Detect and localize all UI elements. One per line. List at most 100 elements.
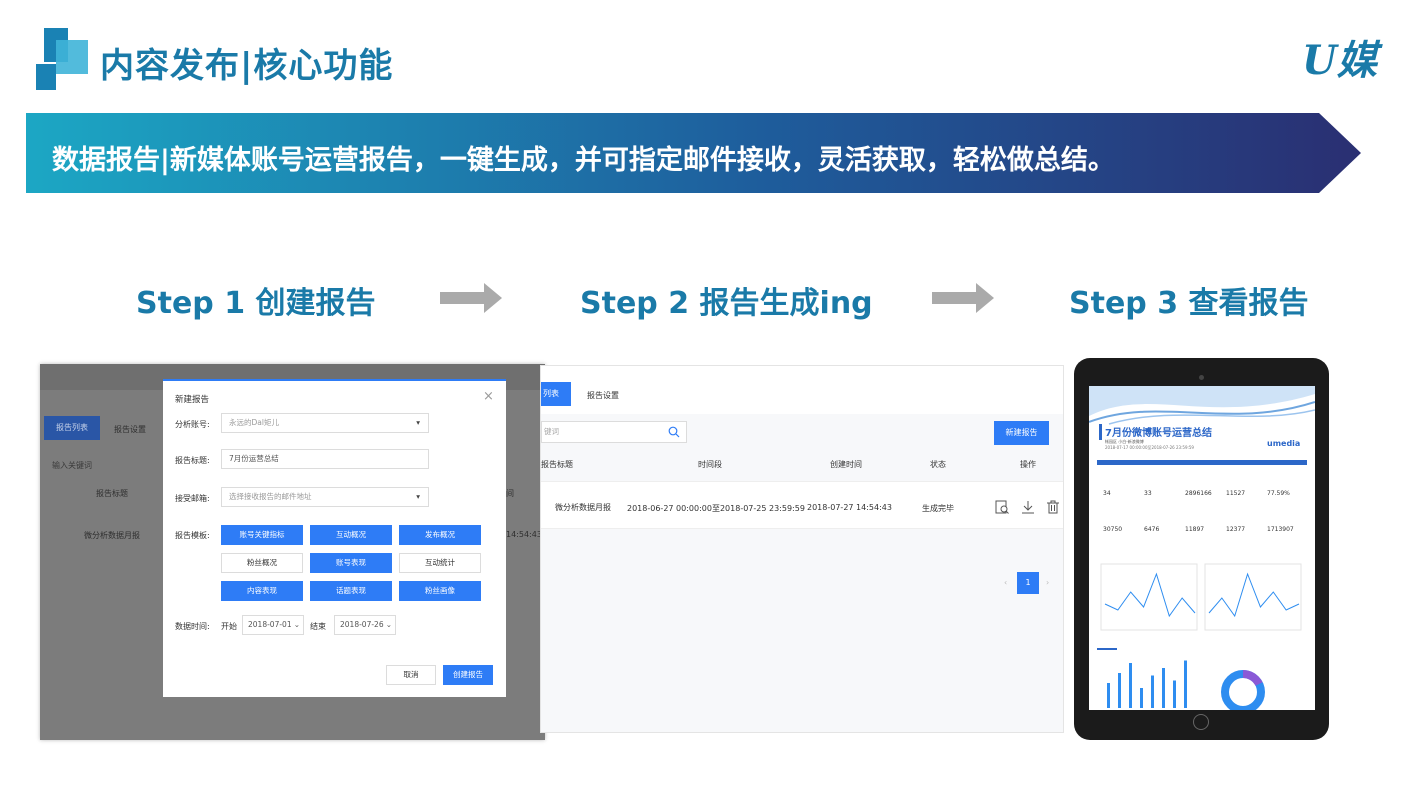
stat-value: 11897 [1185, 526, 1205, 533]
template-interaction-stats[interactable]: 互动统计 [399, 553, 481, 573]
column-header-status: 状态 [930, 460, 946, 469]
template-content[interactable]: 内容表现 [221, 581, 303, 601]
tab-bar [541, 366, 1063, 414]
report-list-screen: 列表 报告设置 键词 新建报告 报告标题 时间段 创建时间 状态 操作 微分析数… [540, 365, 1064, 733]
download-icon[interactable] [1021, 500, 1035, 514]
end-date-value: 2018-07-26 [340, 620, 384, 629]
chart-frame [1204, 563, 1302, 631]
account-select[interactable]: 永远的Dal矩儿 ▾ [221, 413, 429, 433]
step-1-label: Step 1 创建报告 [136, 286, 376, 321]
stat-value: 30750 [1103, 526, 1123, 533]
template-topic[interactable]: 话题表现 [310, 581, 392, 601]
end-date-input[interactable]: 2018-07-26 ⌄ [334, 615, 396, 635]
bar [1140, 688, 1143, 708]
donut-chart [1221, 670, 1265, 710]
stat-value: 34 [1103, 490, 1111, 497]
start-label: 开始 [221, 622, 237, 631]
template-key-metrics[interactable]: 账号关键指标 [221, 525, 303, 545]
page-title: 内容发布|核心功能 [100, 46, 394, 86]
arrow-right-icon [440, 283, 502, 313]
tab-report-settings[interactable]: 报告设置 [587, 390, 619, 401]
view-report-icon[interactable] [995, 500, 1009, 514]
chevron-down-icon: ▾ [416, 418, 420, 427]
cancel-button[interactable]: 取消 [386, 665, 436, 685]
chevron-down-icon: ⌄ [293, 620, 300, 629]
search-input[interactable]: 键词 [541, 421, 687, 443]
stat-value: 33 [1144, 490, 1152, 497]
bar-chart [1107, 660, 1187, 708]
pagination-next[interactable]: › [1046, 578, 1049, 587]
section-bar [1097, 460, 1307, 465]
arrow-right-icon [932, 283, 994, 313]
row-status: 生成完毕 [922, 504, 954, 513]
close-icon[interactable]: × [483, 389, 494, 404]
create-report-button[interactable]: 创建报告 [443, 665, 493, 685]
column-header-period: 时间段 [698, 460, 722, 469]
bar [1151, 675, 1154, 708]
email-placeholder: 选择接收报告的邮件地址 [229, 492, 312, 501]
series-line [1208, 572, 1300, 618]
series-line [1104, 572, 1196, 618]
stat-value: 77.59% [1267, 490, 1290, 497]
report-range: 2018-07-17 00:00:00至2018-07-26 23:59:59 [1105, 445, 1194, 450]
section-bar [1097, 648, 1117, 650]
column-header-created: 创建时间 [830, 460, 862, 469]
logo-mark-block [56, 40, 88, 74]
trend-line-chart-2 [1204, 563, 1302, 631]
stat-value: 6476 [1144, 526, 1160, 533]
pagination-current[interactable]: 1 [1017, 572, 1039, 594]
new-report-button[interactable]: 新建报告 [994, 421, 1049, 445]
bar [1173, 680, 1176, 708]
email-select[interactable]: 选择接收报告的邮件地址 ▾ [221, 487, 429, 507]
banner-text: 数据报告|新媒体账号运营报告，一键生成，并可指定邮件接收，灵活获取，轻松做总结。 [52, 145, 1115, 176]
column-header-title: 报告标题 [96, 489, 128, 498]
stat-value: 1713907 [1267, 526, 1294, 533]
chevron-down-icon: ▾ [416, 492, 420, 501]
search-icon[interactable] [668, 426, 680, 438]
delete-icon[interactable] [1046, 500, 1060, 514]
column-header-cut: 间 [506, 489, 514, 498]
stat-value: 2896166 [1185, 490, 1212, 497]
pagination-prev[interactable]: ‹ [1004, 578, 1007, 587]
account-label: 分析账号: [175, 420, 210, 429]
camera-dot [1199, 375, 1204, 380]
brand-logo: U媒 [1302, 37, 1377, 84]
start-date-input[interactable]: 2018-07-01 ⌄ [242, 615, 304, 635]
trend-line-chart [1100, 563, 1198, 631]
template-account-performance[interactable]: 账号表现 [310, 553, 392, 573]
row-title: 微分析数据月报 [555, 503, 611, 512]
new-report-modal: 新建报告 × 分析账号: 永远的Dal矩儿 ▾ 报告标题: 7月份运营总结 接受邮… [163, 379, 506, 697]
title-bar-accent [1099, 424, 1102, 440]
home-button[interactable] [1193, 714, 1209, 730]
step-2-label: Step 2 报告生成ing [580, 286, 873, 321]
column-header-title: 报告标题 [541, 460, 573, 469]
template-label: 报告模板: [175, 531, 210, 540]
search-input[interactable]: 输入关键词 [52, 460, 92, 471]
bar [1162, 668, 1165, 708]
report-preview-screen: 7月份微博账号运营总结 帐园区 小白-新浪微博 2018-07-17 00:00… [1089, 386, 1315, 710]
modal-title: 新建报告 [175, 395, 210, 405]
bar [1184, 660, 1187, 708]
template-fans[interactable]: 粉丝概况 [221, 553, 303, 573]
account-value: 永远的Dal矩儿 [229, 418, 279, 427]
bar [1129, 663, 1132, 708]
start-date-value: 2018-07-01 [248, 620, 292, 629]
end-label: 结束 [310, 622, 326, 631]
report-brand: umedia [1267, 439, 1301, 448]
email-label: 接受邮箱: [175, 494, 210, 503]
search-placeholder: 键词 [544, 427, 559, 436]
tab-report-list[interactable]: 报告列表 [44, 416, 100, 440]
stat-value: 12377 [1226, 526, 1246, 533]
tab-list[interactable]: 列表 [541, 382, 571, 406]
template-publish[interactable]: 发布概况 [399, 525, 481, 545]
tab-report-settings[interactable]: 报告设置 [114, 424, 146, 435]
report-title-input[interactable]: 7月份运营总结 [221, 449, 429, 469]
template-fan-portrait[interactable]: 粉丝画像 [399, 581, 481, 601]
chevron-down-icon: ⌄ [385, 620, 392, 629]
report-title: 7月份微博账号运营总结 [1105, 428, 1212, 439]
header-wave [1089, 386, 1315, 425]
template-interaction[interactable]: 互动概况 [310, 525, 392, 545]
table-row-title: 微分析数据月报 [84, 531, 140, 540]
bar [1107, 683, 1110, 708]
logo-mark-block [36, 64, 56, 90]
